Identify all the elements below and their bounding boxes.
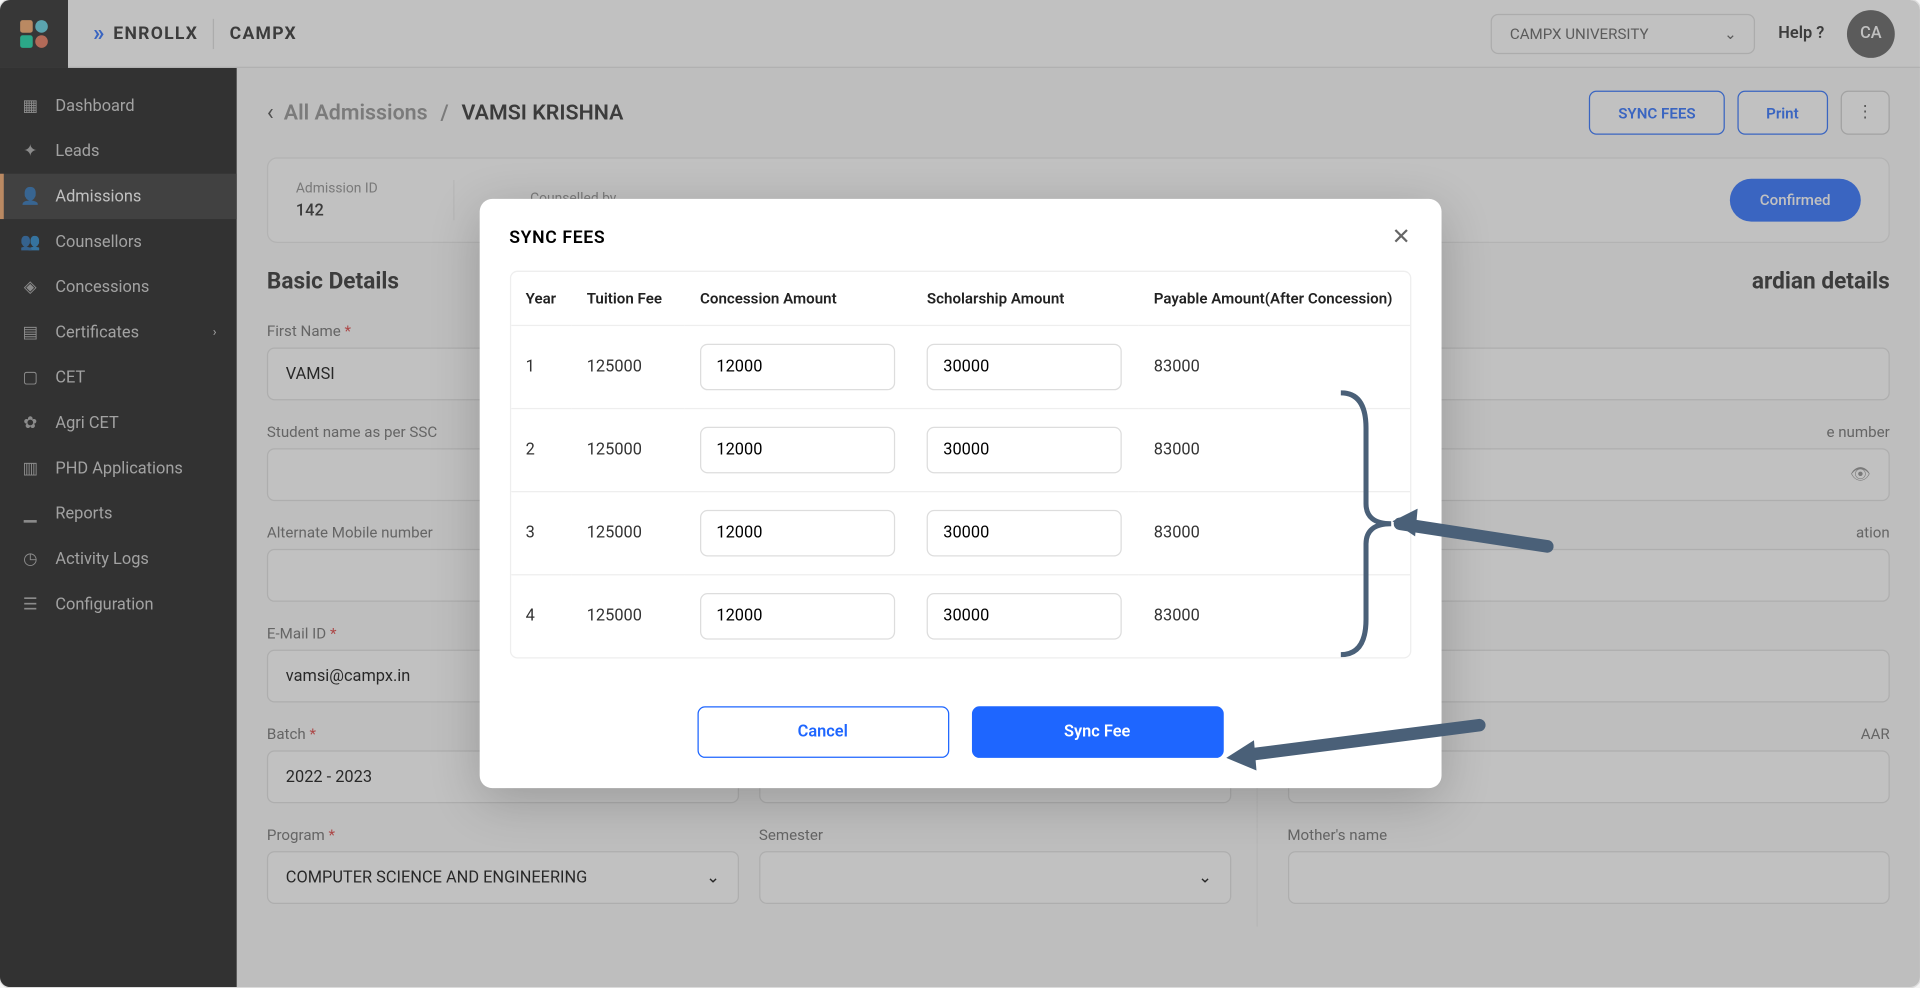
concession-input[interactable] [700, 593, 895, 640]
sync-fees-modal: SYNC FEES ✕ Year Tuition Fee Concession … [479, 199, 1441, 788]
cell-payable: 83000 [1139, 326, 1410, 409]
modal-overlay: SYNC FEES ✕ Year Tuition Fee Concession … [0, 0, 1920, 987]
col-tuition: Tuition Fee [572, 272, 685, 326]
concession-input[interactable] [700, 510, 895, 557]
cell-payable: 83000 [1139, 409, 1410, 492]
cell-tuition: 125000 [572, 409, 685, 492]
concession-input[interactable] [700, 427, 895, 474]
cancel-button[interactable]: Cancel [697, 706, 949, 758]
col-concession: Concession Amount [685, 272, 912, 326]
table-row: 3 125000 83000 [511, 492, 1410, 575]
col-payable: Payable Amount(After Concession) [1139, 272, 1410, 326]
cell-tuition: 125000 [572, 492, 685, 575]
scholarship-input[interactable] [927, 510, 1122, 557]
scholarship-input[interactable] [927, 593, 1122, 640]
sync-fee-button[interactable]: Sync Fee [971, 706, 1223, 758]
cell-year: 1 [511, 326, 572, 409]
cell-tuition: 125000 [572, 326, 685, 409]
concession-input[interactable] [700, 344, 895, 391]
cell-payable: 83000 [1139, 492, 1410, 575]
cell-year: 3 [511, 492, 572, 575]
cell-tuition: 125000 [572, 575, 685, 657]
close-icon[interactable]: ✕ [1392, 224, 1411, 250]
modal-title: SYNC FEES [509, 227, 605, 247]
col-scholarship: Scholarship Amount [912, 272, 1139, 326]
cell-year: 2 [511, 409, 572, 492]
scholarship-input[interactable] [927, 427, 1122, 474]
table-row: 1 125000 83000 [511, 326, 1410, 409]
table-row: 2 125000 83000 [511, 409, 1410, 492]
col-year: Year [511, 272, 572, 326]
cell-year: 4 [511, 575, 572, 657]
table-row: 4 125000 83000 [511, 575, 1410, 657]
cell-payable: 83000 [1139, 575, 1410, 657]
scholarship-input[interactable] [927, 344, 1122, 391]
fee-table: Year Tuition Fee Concession Amount Schol… [509, 271, 1410, 659]
